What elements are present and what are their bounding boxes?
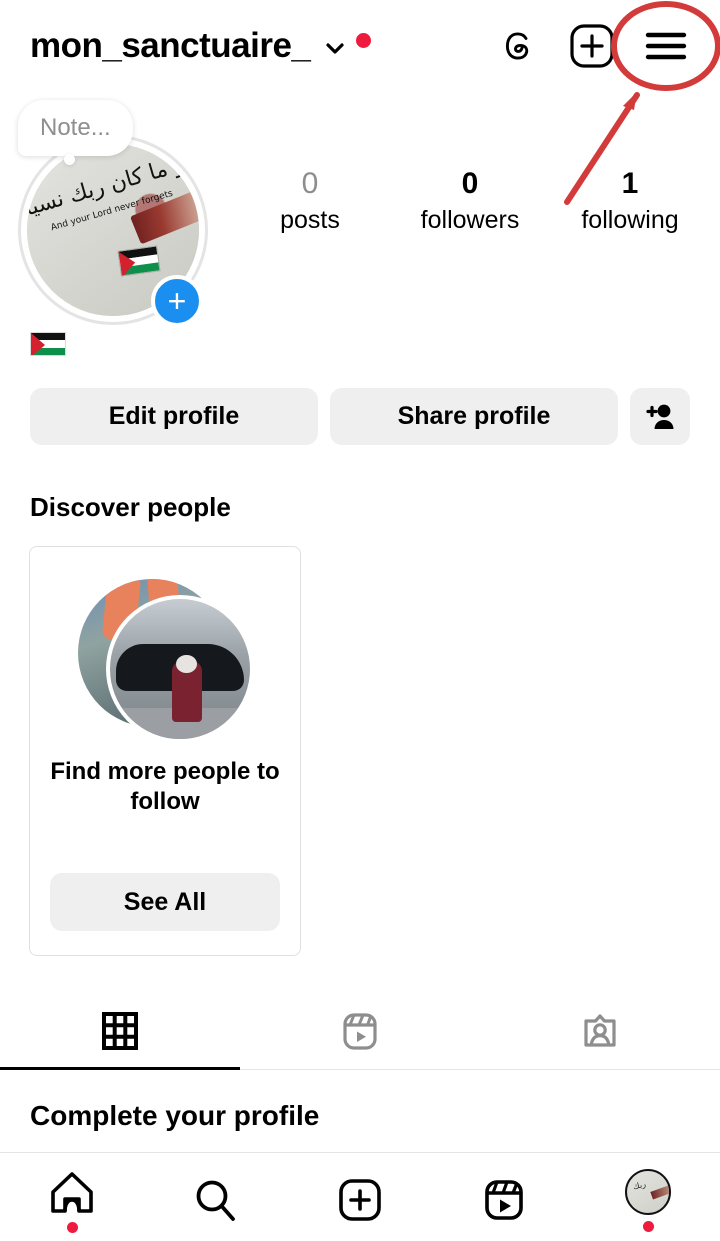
profile-stats: 0 posts 0 followers 1 following xyxy=(230,168,710,235)
tab-tagged[interactable] xyxy=(480,992,720,1069)
profile-tabs xyxy=(0,992,720,1070)
annotation-arrow-head xyxy=(623,92,637,110)
stat-followers-count: 0 xyxy=(390,168,550,200)
discover-avatars xyxy=(30,575,300,745)
profile-bio-flag-icon xyxy=(30,332,66,356)
reels-icon xyxy=(480,1176,528,1224)
profile-summary: و ما كان ربك نسيا And your Lord never fo… xyxy=(0,110,720,320)
account-username[interactable]: mon_sanctuaire_ xyxy=(30,26,310,66)
stat-posts-label: posts xyxy=(230,206,390,235)
nav-home[interactable] xyxy=(0,1159,144,1241)
share-profile-button[interactable]: Share profile xyxy=(330,388,618,445)
profile-action-buttons: Edit profile Share profile xyxy=(30,388,690,445)
account-notification-dot xyxy=(356,33,371,48)
hamburger-menu-icon[interactable] xyxy=(638,18,694,74)
stat-followers-label: followers xyxy=(390,206,550,235)
avatar-palestine-flag xyxy=(117,245,160,276)
tab-grid[interactable] xyxy=(0,992,240,1069)
note-bubble[interactable]: Note... xyxy=(18,100,133,156)
stat-followers[interactable]: 0 followers xyxy=(390,168,550,235)
top-header: mon_sanctuaire_ xyxy=(0,0,720,92)
section-divider xyxy=(0,1152,720,1153)
stat-posts-count: 0 xyxy=(230,168,390,200)
plus-square-icon xyxy=(336,1176,384,1224)
reels-icon xyxy=(338,1009,382,1053)
profile-avatar-icon: ربك xyxy=(625,1169,671,1215)
edit-profile-button[interactable]: Edit profile xyxy=(30,388,318,445)
home-icon xyxy=(47,1168,97,1216)
stat-following-label: following xyxy=(550,206,710,235)
stat-following[interactable]: 1 following xyxy=(550,168,710,235)
home-notification-dot xyxy=(67,1222,78,1233)
discover-people-title: Discover people xyxy=(30,492,231,523)
instagram-profile-screen: mon_sanctuaire_ xyxy=(0,0,720,1241)
discover-people-card[interactable]: Find more people to follow See All xyxy=(29,546,301,956)
see-all-button[interactable]: See All xyxy=(50,873,280,931)
add-person-icon[interactable] xyxy=(630,388,690,445)
create-post-icon[interactable] xyxy=(564,18,620,74)
complete-your-profile-heading: Complete your profile xyxy=(30,1100,319,1132)
threads-icon[interactable] xyxy=(490,18,546,74)
discover-avatar-front xyxy=(106,595,254,743)
discover-card-title: Find more people to follow xyxy=(30,757,300,817)
stat-following-count: 1 xyxy=(550,168,710,200)
search-icon xyxy=(191,1176,241,1224)
active-tab-underline xyxy=(0,1067,240,1070)
stat-posts[interactable]: 0 posts xyxy=(230,168,390,235)
nav-profile[interactable]: ربك xyxy=(576,1159,720,1241)
profile-avatar[interactable]: و ما كان ربك نسيا And your Lord never fo… xyxy=(18,135,208,325)
profile-notification-dot xyxy=(643,1221,654,1232)
nav-search[interactable] xyxy=(144,1159,288,1241)
nav-reels[interactable] xyxy=(432,1159,576,1241)
chevron-down-icon[interactable] xyxy=(324,38,346,60)
grid-icon xyxy=(98,1009,142,1053)
tab-reels[interactable] xyxy=(240,992,480,1069)
tagged-icon xyxy=(578,1009,622,1053)
bottom-navigation-bar: ربك xyxy=(0,1159,720,1241)
nav-create[interactable] xyxy=(288,1159,432,1241)
add-story-button[interactable]: + xyxy=(151,275,203,327)
